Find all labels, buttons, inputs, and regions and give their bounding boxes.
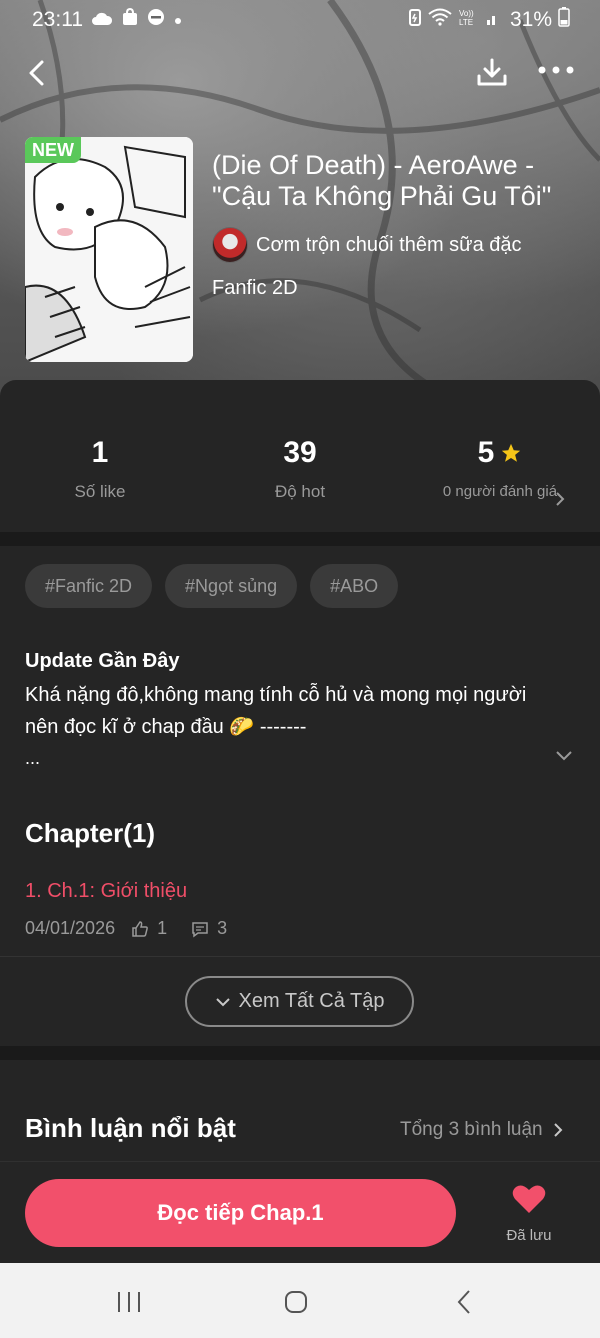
chapter-date: 04/01/2026	[25, 918, 116, 938]
hot-value: 39	[283, 436, 317, 469]
chevron-right-icon[interactable]	[555, 491, 565, 507]
divider	[0, 956, 600, 957]
dnd-icon	[147, 8, 165, 32]
stat-likes: 1 Số like	[50, 436, 150, 501]
chapter-link[interactable]: 1. Ch.1: Giới thiệu	[25, 880, 187, 903]
svg-text:LTE: LTE	[459, 18, 473, 27]
status-time: 23:11	[32, 8, 83, 31]
update-ellipsis: ...	[25, 748, 41, 768]
system-nav-bar	[0, 1263, 600, 1338]
chevron-right-icon	[553, 1123, 563, 1137]
tag-list: #Fanfic 2D #Ngọt sủng #ABO	[25, 564, 399, 608]
signal-icon	[486, 8, 504, 32]
avatar	[212, 227, 248, 263]
story-cover[interactable]: NEW	[25, 137, 193, 362]
tag-chip[interactable]: #Ngọt sủng	[165, 564, 298, 608]
download-icon	[477, 58, 507, 86]
comments-total: Tổng 3 bình luận	[400, 1119, 543, 1140]
recents-icon[interactable]	[116, 1290, 142, 1314]
comments-title: Bình luận nổi bật	[25, 1113, 236, 1143]
bag-icon	[121, 7, 139, 32]
more-button[interactable]	[536, 60, 576, 80]
rating-value-wrap: 5	[440, 436, 560, 470]
new-badge: NEW	[25, 137, 81, 163]
rating-label: 0 người đánh giá	[442, 483, 558, 500]
genre-label: Fanfic 2D	[212, 277, 298, 299]
section-separator	[0, 1046, 600, 1060]
continue-reading-button[interactable]: Đọc tiếp Chap.1	[25, 1179, 456, 1247]
rating-value: 5	[477, 436, 495, 469]
chapter-heading: Chapter(1)	[25, 818, 156, 848]
home-icon[interactable]	[284, 1290, 308, 1314]
heart-icon	[512, 1185, 546, 1213]
wifi-icon	[428, 8, 452, 32]
view-all-button[interactable]: Xem Tất Cả Tập	[185, 976, 414, 1027]
chapter-likes: 1	[157, 918, 168, 938]
hot-label: Độ hot	[274, 482, 326, 501]
battery-percent: 31%	[509, 8, 552, 31]
svg-text:Vo)): Vo))	[459, 9, 474, 18]
stats-row: 1 Số like 39 Độ hot 5 0 người đánh giá	[0, 414, 600, 530]
dot-icon	[173, 8, 183, 32]
more-icon	[538, 66, 574, 74]
download-button[interactable]	[474, 54, 510, 90]
chevron-down-icon[interactable]	[555, 750, 573, 762]
cover-artwork	[25, 137, 193, 362]
likes-value: 1	[91, 436, 109, 469]
system-back-icon[interactable]	[456, 1289, 472, 1315]
update-title: Update Gần Đây	[25, 650, 180, 672]
section-separator	[0, 532, 600, 546]
chapter-comments: 3	[217, 918, 228, 938]
likes-label: Số like	[74, 482, 126, 501]
battery-icon	[558, 7, 570, 33]
status-bar: 23:11 Vo)) LTE 31%	[0, 0, 600, 40]
saved-label: Đã lưu	[506, 1227, 552, 1244]
tag-chip[interactable]: #Fanfic 2D	[25, 564, 153, 608]
stat-hot: 39 Độ hot	[250, 436, 350, 501]
volte-icon: Vo)) LTE	[458, 7, 480, 33]
back-button[interactable]	[22, 56, 52, 90]
author-row[interactable]: Cơm trộn chuối thêm sữa đặc	[212, 227, 522, 263]
cloud-icon	[91, 8, 113, 32]
top-nav	[0, 50, 600, 96]
chapter-meta: 04/01/2026 1 3	[25, 918, 227, 939]
thumbs-up-icon	[132, 920, 148, 937]
chevron-down-icon	[215, 997, 230, 1006]
star-icon	[502, 443, 521, 462]
view-all-label: Xem Tất Cả Tập	[238, 990, 385, 1012]
saved-button[interactable]: Đã lưu	[494, 1184, 564, 1244]
back-arrow-icon	[29, 60, 44, 86]
author-name: Cơm trộn chuối thêm sữa đặc	[256, 233, 522, 256]
comments-total-link[interactable]: Tổng 3 bình luận	[400, 1119, 563, 1141]
update-text: Khá nặng đô,không mang tính cỗ hủ và mon…	[25, 684, 527, 738]
comment-icon	[192, 921, 208, 937]
story-title: (Die Of Death) - AeroAwe - "Cậu Ta Không…	[212, 150, 552, 211]
stat-rating[interactable]: 5 0 người đánh giá	[440, 436, 560, 501]
battery-saver-icon	[408, 8, 422, 32]
tag-chip[interactable]: #ABO	[310, 564, 399, 608]
